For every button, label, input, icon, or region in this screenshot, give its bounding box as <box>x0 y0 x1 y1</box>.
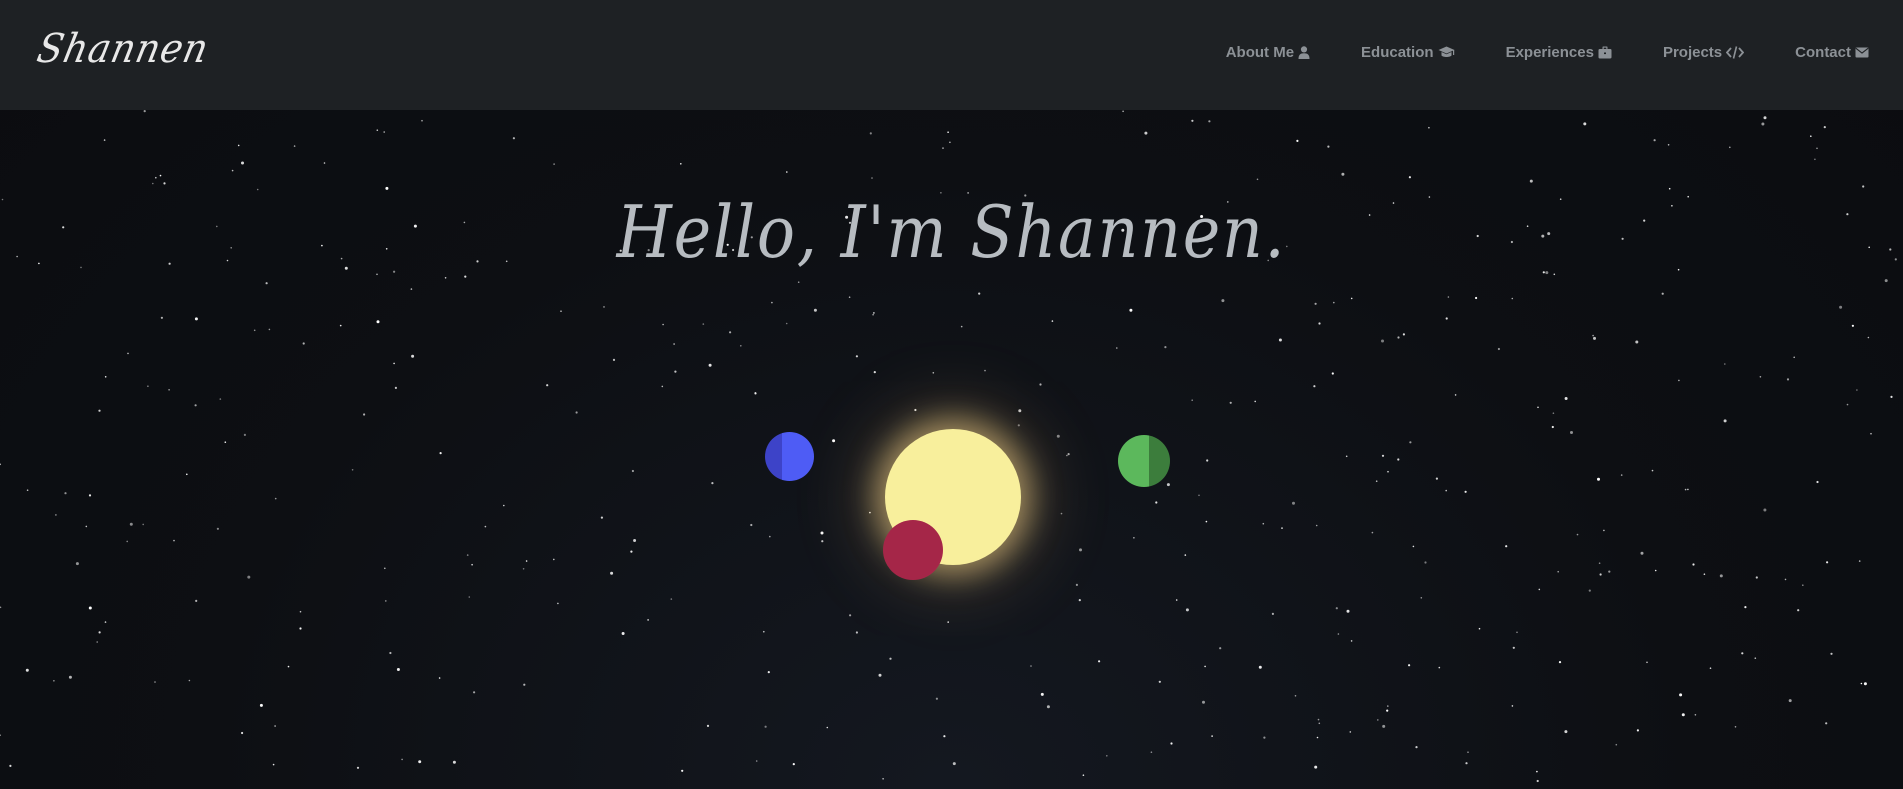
nav-about-me-label: About Me <box>1225 44 1295 61</box>
briefcase-icon <box>1598 46 1612 59</box>
nav-experiences[interactable]: Experiences <box>1506 44 1612 61</box>
nav-contact-label: Contact <box>1795 44 1851 61</box>
brand-logo[interactable]: Shannen <box>33 26 213 72</box>
user-icon <box>1298 46 1310 59</box>
nav-projects-label: Projects <box>1662 44 1723 61</box>
nav-experiences-label: Experiences <box>1505 44 1594 61</box>
planet-blue <box>765 432 814 481</box>
nav-about-me[interactable]: About Me <box>1226 44 1310 61</box>
nav-education[interactable]: Education <box>1361 44 1455 61</box>
solar-system <box>0 0 1903 789</box>
page: Shannen About Me Education Experiences P… <box>0 0 1903 789</box>
planet-green <box>1118 435 1170 487</box>
planet-red <box>883 520 943 580</box>
envelope-icon <box>1855 47 1869 58</box>
nav-education-label: Education <box>1361 44 1434 61</box>
nav-links: About Me Education Experiences Projects <box>1226 44 1869 61</box>
hero-title: Hello, I'm Shannen. <box>616 190 1287 274</box>
code-icon <box>1726 46 1745 59</box>
nav-contact[interactable]: Contact <box>1795 44 1869 61</box>
nav-projects[interactable]: Projects <box>1662 44 1745 61</box>
graduation-cap-icon <box>1438 46 1455 59</box>
navbar: Shannen About Me Education Experiences P… <box>0 0 1903 110</box>
